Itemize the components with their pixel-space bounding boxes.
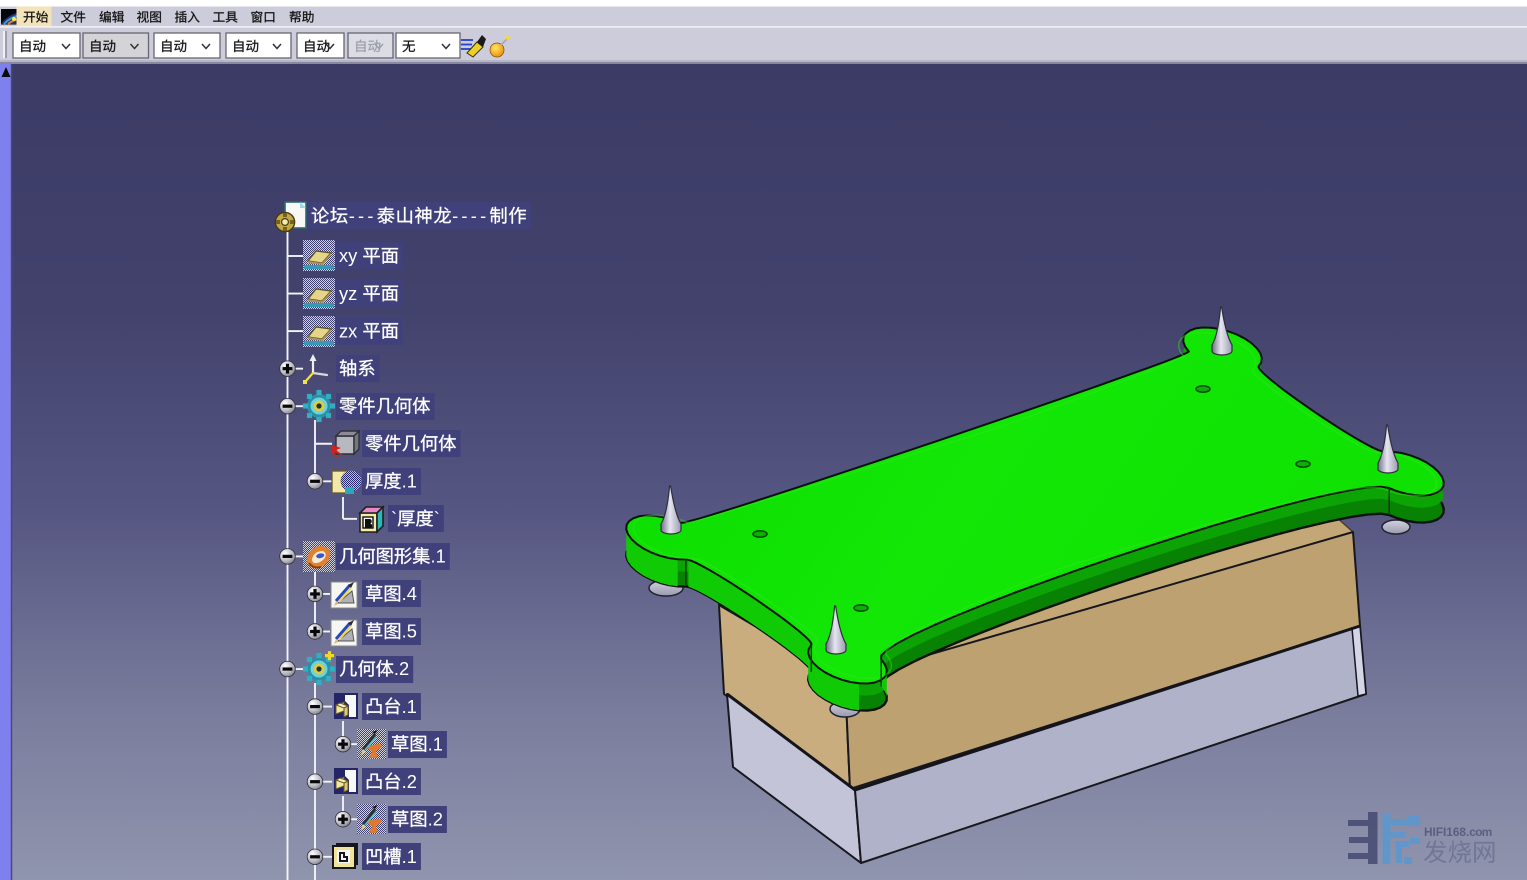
svg-text:2: 2 bbox=[399, 658, 409, 679]
svg-text:-: - bbox=[349, 205, 355, 226]
svg-text:H: H bbox=[1424, 825, 1433, 839]
svg-text:x: x bbox=[339, 245, 348, 266]
svg-text:5: 5 bbox=[407, 621, 417, 642]
svg-text:1: 1 bbox=[407, 846, 417, 867]
svg-text:-: - bbox=[452, 205, 458, 226]
svg-text:-: - bbox=[471, 205, 477, 226]
svg-text:y: y bbox=[348, 245, 358, 266]
svg-text:1: 1 bbox=[407, 696, 417, 717]
svg-text:-: - bbox=[461, 205, 467, 226]
svg-text:-: - bbox=[358, 205, 364, 226]
svg-text:`: ` bbox=[391, 508, 397, 529]
svg-text:1: 1 bbox=[407, 471, 417, 492]
svg-text:1: 1 bbox=[436, 546, 446, 567]
svg-text:m: m bbox=[1482, 825, 1493, 839]
svg-text:-: - bbox=[480, 205, 486, 226]
svg-text:x: x bbox=[348, 320, 357, 341]
svg-text:F: F bbox=[1436, 825, 1443, 839]
svg-text:2: 2 bbox=[433, 809, 443, 830]
svg-text:`: ` bbox=[434, 508, 440, 529]
svg-text:-: - bbox=[367, 205, 373, 226]
svg-text:4: 4 bbox=[407, 583, 417, 604]
svg-text:2: 2 bbox=[407, 771, 417, 792]
svg-text:z: z bbox=[339, 320, 348, 341]
svg-text:1: 1 bbox=[433, 733, 443, 754]
svg-text:z: z bbox=[348, 283, 357, 304]
